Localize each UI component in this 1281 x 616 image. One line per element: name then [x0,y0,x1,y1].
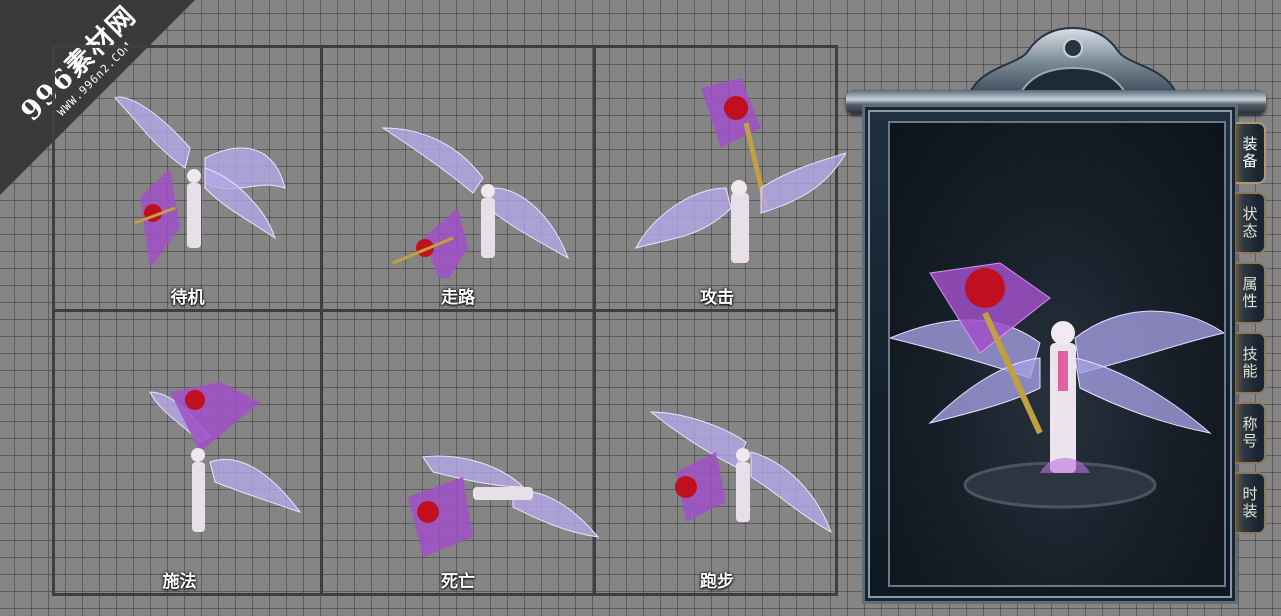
character-sprite-idle [114,96,286,268]
panel-side-tabs: 装备 状态 属性 技能 称号 时装 [1236,122,1268,542]
panel-crest-ornament [966,26,1180,98]
character-sprite-preview [888,262,1226,509]
animation-frames-grid: 待机 走路 攻击 施法 死亡 跑步 [52,45,846,596]
frame-label: 死亡 [441,572,475,592]
frame-death: 死亡 [323,312,600,593]
frame-run: 跑步 [596,312,838,593]
tab-equipment[interactable]: 装备 [1236,122,1266,184]
tab-titles[interactable]: 称号 [1236,402,1266,464]
tab-skills[interactable]: 技能 [1236,332,1266,394]
frame-idle: 待机 [55,48,320,309]
frame-label: 跑步 [700,572,734,592]
character-sprite-cast [149,382,302,532]
frame-cast: 施法 [55,312,320,593]
frame-attack: 攻击 [596,48,846,309]
character-sprite-run [649,411,832,534]
frame-walk: 走路 [323,48,593,309]
frame-label: 施法 [162,572,197,592]
character-sprite-walk [381,127,569,278]
tab-attributes[interactable]: 属性 [1236,262,1266,324]
frame-label: 走路 [441,288,475,308]
tab-fashion[interactable]: 时装 [1236,472,1266,534]
tab-status[interactable]: 状态 [1236,192,1266,254]
character-sprite-attack [635,78,846,263]
frame-label: 攻击 [700,288,734,308]
character-sprite-death [408,455,600,557]
character-preview [888,121,1226,587]
frame-label: 待机 [170,288,205,308]
